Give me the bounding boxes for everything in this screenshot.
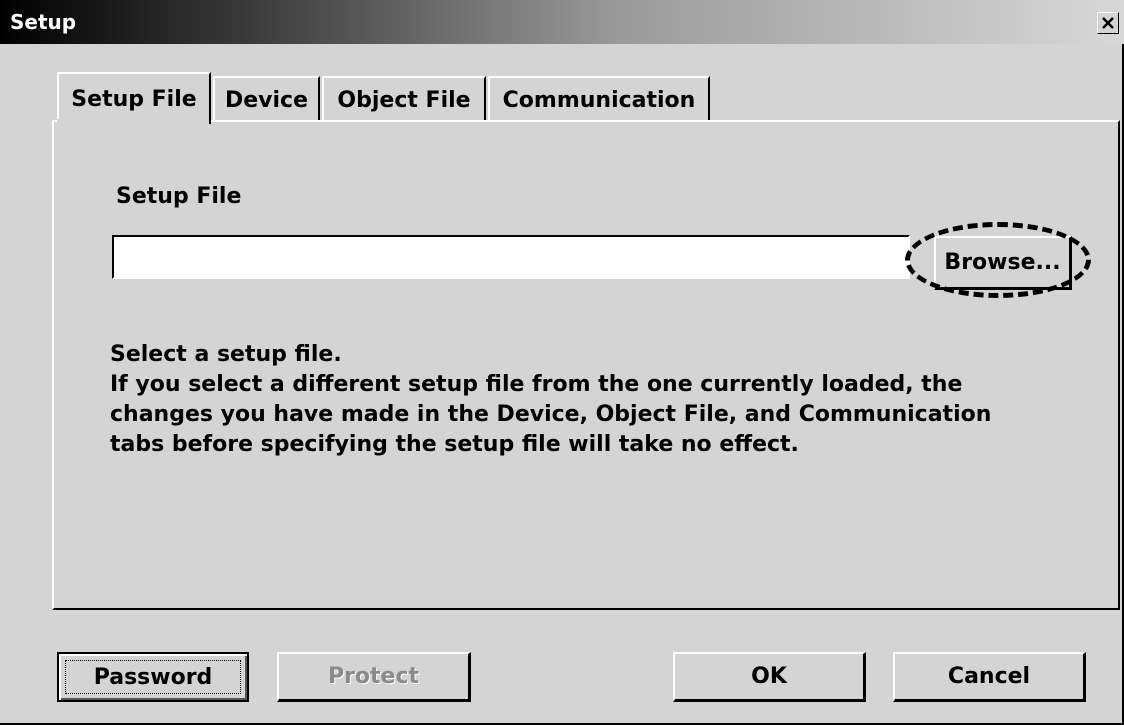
setup-dialog: Setup Setup File Device Object File Comm…: [0, 0, 1124, 725]
close-button[interactable]: [1097, 12, 1119, 34]
focus-ring: [65, 660, 241, 694]
ok-button[interactable]: OK: [673, 652, 866, 702]
window-title: Setup: [10, 10, 77, 34]
tab-setup-file[interactable]: Setup File: [57, 72, 211, 124]
password-button[interactable]: Password: [57, 652, 249, 702]
description-line: Select a setup file.: [110, 342, 342, 367]
cancel-button[interactable]: Cancel: [893, 652, 1086, 702]
setup-file-label: Setup File: [116, 184, 242, 209]
tab-communication[interactable]: Communication: [488, 76, 710, 122]
tab-device[interactable]: Device: [213, 76, 320, 122]
title-bar[interactable]: Setup: [0, 0, 1124, 44]
description-text: Select a setup file. If you select a dif…: [110, 340, 1110, 460]
setup-file-input[interactable]: [112, 235, 910, 279]
description-line: If you select a different setup file fro…: [110, 372, 963, 397]
description-line: changes you have made in the Device, Obj…: [110, 402, 992, 427]
browse-button[interactable]: Browse...: [934, 236, 1072, 290]
active-tab-join: [57, 119, 209, 125]
description-line: tabs before specifying the setup file wi…: [110, 432, 799, 457]
close-icon: [1102, 17, 1114, 29]
protect-button: Protect: [277, 652, 471, 702]
tab-object-file[interactable]: Object File: [322, 76, 486, 122]
